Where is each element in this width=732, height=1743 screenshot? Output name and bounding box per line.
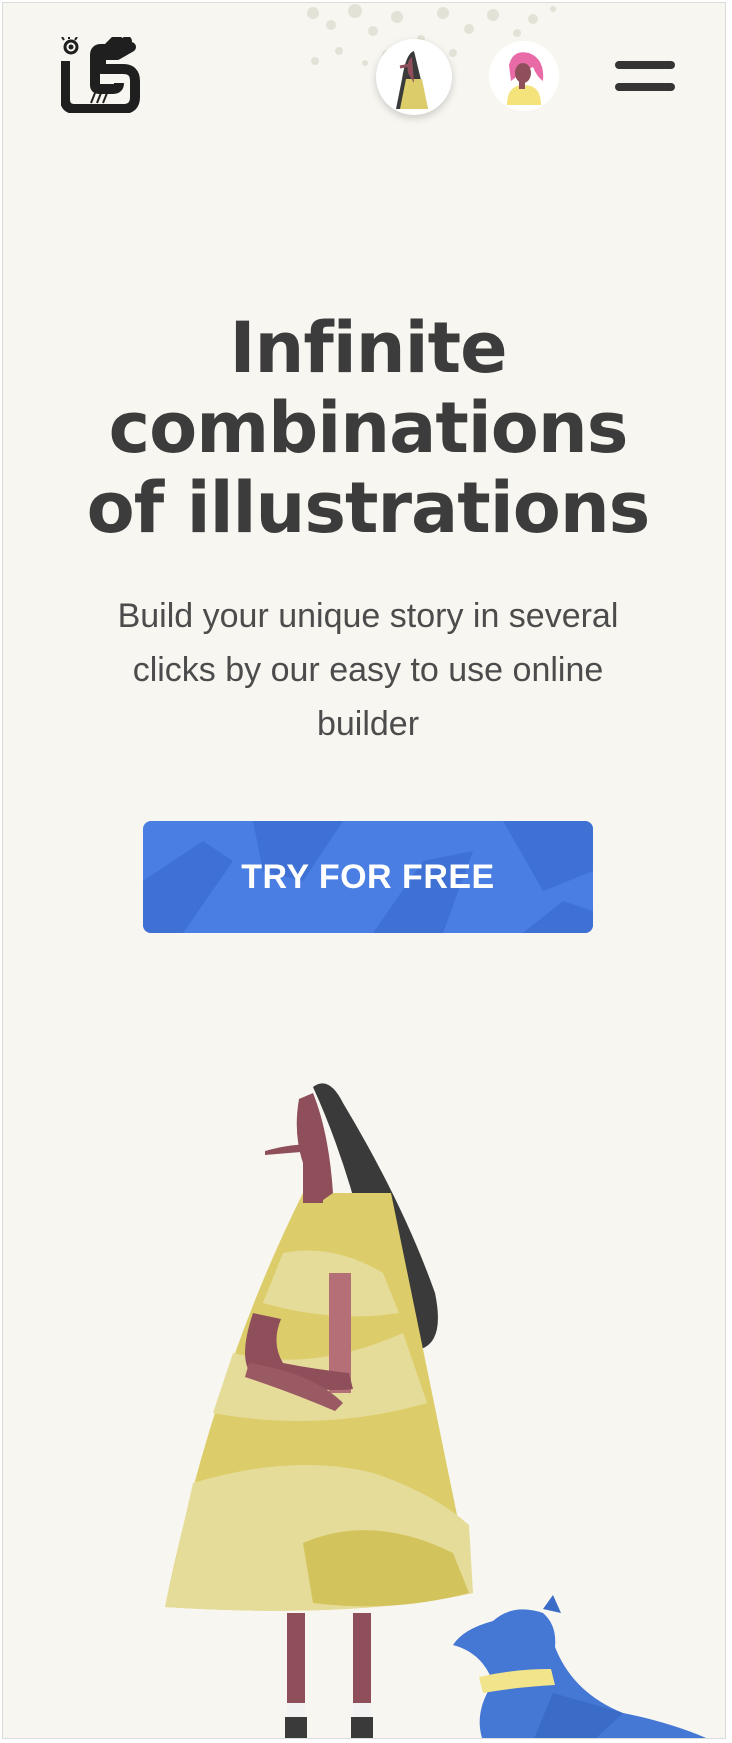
hero-subtitle: Build your unique story in several click… [53, 589, 683, 751]
hero-title-line-2: combinations [108, 387, 629, 469]
woman-pink-hair-avatar-icon [507, 52, 544, 105]
menu-button[interactable] [615, 61, 675, 97]
brand-logo[interactable] [60, 34, 141, 114]
avatar-pink-hair[interactable] [489, 41, 559, 111]
brand-logo-icon [60, 34, 140, 114]
hero-title: Infinite combinations of illustrations [43, 308, 693, 548]
avatar-dark-hair[interactable] [376, 39, 452, 115]
hero-subtitle-line-1: Build your unique story in several [117, 597, 619, 635]
hamburger-menu-icon-bar [615, 83, 675, 91]
hero-title-line-1: Infinite [229, 307, 507, 389]
try-for-free-button[interactable]: TRY FOR FREE [143, 821, 593, 933]
landing-page: Infinite combinations of illustrations B… [2, 2, 726, 1739]
hamburger-menu-icon [615, 61, 675, 69]
woman-with-dog-illustration [165, 1083, 707, 1738]
hero-subtitle-line-3: builder [316, 705, 420, 743]
hero-title-line-3: of illustrations [86, 467, 651, 549]
hero-subtitle-line-2: clicks by our easy to use online [132, 651, 604, 689]
woman-dark-hair-avatar-icon [396, 51, 428, 109]
neck [303, 1163, 323, 1203]
try-for-free-label: TRY FOR FREE [241, 858, 495, 896]
